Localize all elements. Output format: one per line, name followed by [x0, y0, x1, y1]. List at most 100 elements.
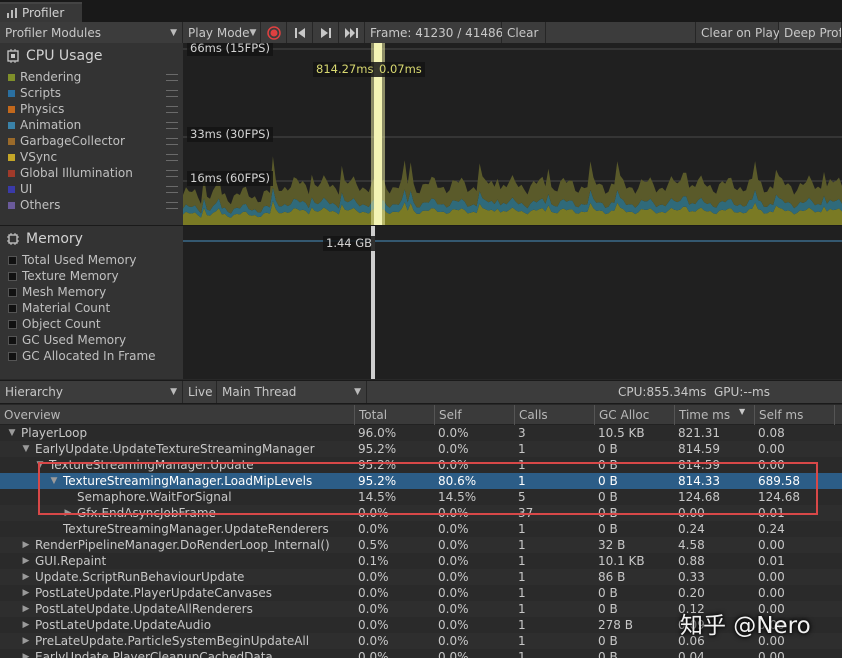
collapse-right-icon[interactable]: ▶: [20, 601, 32, 617]
drag-handle-icon[interactable]: [166, 138, 178, 145]
memory-legend-item[interactable]: GC Used Memory: [0, 332, 183, 348]
row-total: 95.2%: [358, 442, 397, 456]
row-gc: 10.5 KB: [598, 426, 645, 440]
row-name: Update.ScriptRunBehaviourUpdate: [35, 570, 245, 584]
view-mode-dropdown[interactable]: Hierarchy ▼: [0, 381, 183, 403]
memory-legend-item[interactable]: GC Allocated In Frame: [0, 348, 183, 364]
cpu-legend-item[interactable]: VSync: [0, 149, 183, 165]
cpu-legend-item[interactable]: Animation: [0, 117, 183, 133]
cpu-legend-item[interactable]: UI: [0, 181, 183, 197]
row-gc: 86 B: [598, 570, 626, 584]
legend-label: Scripts: [20, 86, 62, 100]
dropdown-arrow-icon: ▼: [170, 387, 177, 397]
live-toggle[interactable]: Live: [183, 381, 217, 403]
column-self-ms[interactable]: Self ms: [754, 405, 839, 425]
row-time: 821.31: [678, 426, 720, 440]
hierarchy-row[interactable]: ▶ EarlyUpdate.PlayerCleanupCachedData 0.0%…: [0, 649, 842, 658]
clear-button[interactable]: Clear: [502, 22, 546, 43]
collapse-right-icon[interactable]: ▶: [20, 585, 32, 601]
row-calls: 1: [518, 522, 526, 536]
memory-legend-item[interactable]: Mesh Memory: [0, 284, 183, 300]
row-total: 0.0%: [358, 522, 389, 536]
hierarchy-row[interactable]: ▼ EarlyUpdate.UpdateTextureStreamingManag…: [0, 441, 842, 457]
last-frame-button[interactable]: [339, 22, 365, 43]
profiler-modules-dropdown[interactable]: Profiler Modules ▼: [0, 22, 183, 43]
hierarchy-row[interactable]: ▶ Update.ScriptRunBehaviourUpdate 0.0% 0.0%…: [0, 569, 842, 585]
row-calls: 1: [518, 554, 526, 568]
skip-to-start-icon: [294, 27, 305, 38]
column-self[interactable]: Self: [434, 405, 519, 425]
hierarchy-row[interactable]: ▶ PostLateUpdate.PlayerUpdateCanvases 0.0%…: [0, 585, 842, 601]
cpu-usage-module[interactable]: CPU Usage Rendering Scripts Physics Animati…: [0, 43, 183, 225]
cpu-legend-item[interactable]: Global Illumination: [0, 165, 183, 181]
memory-module[interactable]: Memory Total Used Memory Texture Memory Me…: [0, 226, 183, 379]
cpu-legend-item[interactable]: Physics: [0, 101, 183, 117]
collapse-right-icon[interactable]: ▶: [20, 537, 32, 553]
drag-handle-icon[interactable]: [166, 202, 178, 209]
first-frame-button[interactable]: [287, 22, 313, 43]
cpu-usage-graph[interactable]: 66ms (15FPS) 33ms (30FPS) 16ms (60FPS) 8…: [183, 43, 842, 225]
legend-swatch: [8, 201, 15, 209]
legend-label: Material Count: [22, 301, 111, 315]
next-frame-button[interactable]: [313, 22, 339, 43]
thread-label: Main Thread: [222, 385, 297, 399]
legend-swatch: [8, 287, 17, 297]
hierarchy-row[interactable]: ▶ GUI.Repaint 0.1% 0.0% 1 10.1 KB 0.88 0.01: [0, 553, 842, 569]
memory-legend-item[interactable]: Material Count: [0, 300, 183, 316]
cpu-legend-item[interactable]: GarbageCollector: [0, 133, 183, 149]
drag-handle-icon[interactable]: [166, 154, 178, 161]
memory-legend-item[interactable]: Total Used Memory: [0, 252, 183, 268]
play-mode-dropdown[interactable]: Play Mode ▼: [183, 22, 261, 43]
column-calls[interactable]: Calls: [514, 405, 599, 425]
memory-graph[interactable]: 1.44 GB: [183, 226, 842, 379]
row-gc: 0 B: [598, 586, 618, 600]
memory-legend-item[interactable]: Texture Memory: [0, 268, 183, 284]
clear-on-play-button[interactable]: Clear on Play: [695, 22, 780, 43]
row-name: PreLateUpdate.ParticleSystemBeginUpdateA…: [35, 634, 310, 648]
deep-profile-button[interactable]: Deep Profi: [779, 22, 842, 43]
row-self: 0.0%: [438, 602, 469, 616]
thread-dropdown[interactable]: Main Thread ▼: [217, 381, 367, 403]
collapse-right-icon[interactable]: ▶: [20, 649, 32, 658]
memory-legend-item[interactable]: Object Count: [0, 316, 183, 332]
row-time: 0.33: [678, 570, 705, 584]
tab-profiler[interactable]: Profiler: [0, 2, 82, 22]
column-time-ms[interactable]: Time ms: [674, 405, 759, 425]
expand-down-icon[interactable]: ▼: [20, 441, 32, 457]
cpu-legend-item[interactable]: Scripts: [0, 85, 183, 101]
hierarchy-row[interactable]: TextureStreamingManager.UpdateRenderers 0…: [0, 521, 842, 537]
column-overview[interactable]: Overview: [0, 405, 358, 425]
column-gc-alloc[interactable]: GC Alloc: [594, 405, 679, 425]
expand-down-icon[interactable]: ▼: [6, 425, 18, 441]
row-gc: 0 B: [598, 602, 618, 616]
row-total: 0.0%: [358, 586, 389, 600]
row-total: 0.1%: [358, 554, 389, 568]
row-gc: 278 B: [598, 618, 633, 632]
row-gc: 32 B: [598, 538, 626, 552]
cpu-gpu-time: CPU:855.34ms GPU:--ms: [618, 385, 770, 399]
drag-handle-icon[interactable]: [166, 170, 178, 177]
record-button[interactable]: [261, 22, 287, 43]
drag-handle-icon[interactable]: [166, 90, 178, 97]
row-name: PlayerLoop: [21, 426, 88, 440]
row-time: 814.59: [678, 442, 720, 456]
memory-value-label: 1.44 GB: [323, 236, 376, 251]
drag-handle-icon[interactable]: [166, 106, 178, 113]
collapse-right-icon[interactable]: ▶: [20, 633, 32, 649]
column-total[interactable]: Total: [354, 405, 439, 425]
collapse-right-icon[interactable]: ▶: [20, 617, 32, 633]
row-calls: 1: [518, 442, 526, 456]
cpu-legend-item[interactable]: Others: [0, 197, 183, 213]
collapse-right-icon[interactable]: ▶: [20, 553, 32, 569]
drag-handle-icon[interactable]: [166, 74, 178, 81]
hierarchy-row[interactable]: ▼ PlayerLoop 96.0% 0.0% 3 10.5 KB 821.31 0.08: [0, 425, 842, 441]
collapse-right-icon[interactable]: ▶: [20, 569, 32, 585]
marker-33ms: 33ms (30FPS): [187, 127, 273, 142]
drag-handle-icon[interactable]: [166, 186, 178, 193]
cpu-legend-item[interactable]: Rendering: [0, 69, 183, 85]
column-extra: [834, 405, 842, 425]
skip-to-end-icon: [344, 27, 358, 38]
hierarchy-row[interactable]: ▶ RenderPipelineManager.DoRenderLoop_Inte…: [0, 537, 842, 553]
drag-handle-icon[interactable]: [166, 122, 178, 129]
toolbar-spacer: [546, 22, 695, 43]
